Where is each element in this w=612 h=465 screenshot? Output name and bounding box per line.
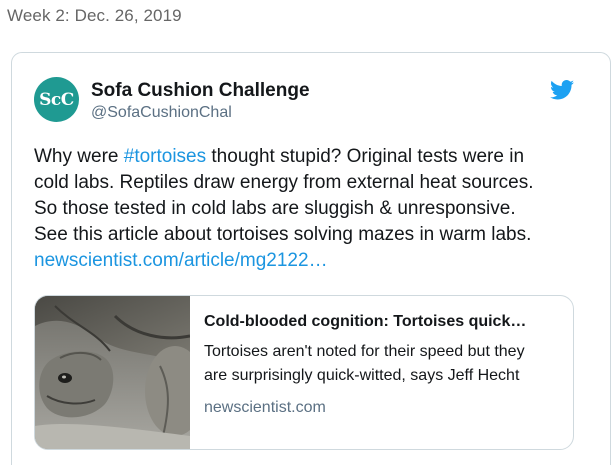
- tortoise-thumbnail[interactable]: [35, 296, 190, 449]
- article-description-line: are surprisingly quick-witted, says Jeff…: [204, 367, 520, 384]
- hashtag-link[interactable]: #tortoises: [124, 146, 206, 167]
- tortoise-photo-image: [35, 296, 190, 449]
- display-name[interactable]: Sofa Cushion Challenge: [91, 80, 310, 102]
- article-url-link[interactable]: newscientist.com/article/mg2122…: [34, 248, 594, 274]
- article-domain: newscientist.com: [204, 399, 326, 416]
- tweet-text-line: See this article about tortoises solving…: [34, 224, 532, 245]
- article-description-line: Tortoises aren't noted for their speed b…: [204, 343, 525, 360]
- article-description: Tortoises aren't noted for their speed b…: [204, 340, 573, 388]
- article-title[interactable]: Cold-blooded cognition: Tortoises quick…: [204, 313, 573, 331]
- tweet-text: Why were #tortoises thought stupid? Orig…: [34, 144, 594, 274]
- link-preview-card[interactable]: Cold-blooded cognition: Tortoises quick……: [34, 295, 574, 450]
- user-handle[interactable]: @SofaCushionChal: [91, 104, 232, 122]
- avatar-logo-text: ScC: [39, 89, 74, 110]
- tweet-text-line: cold labs. Reptiles draw energy from ext…: [34, 172, 534, 193]
- avatar[interactable]: ScC: [34, 77, 79, 122]
- link-card-body[interactable]: Cold-blooded cognition: Tortoises quick……: [190, 296, 573, 449]
- tweet-text-line: So those tested in cold labs are sluggis…: [34, 198, 516, 219]
- tweet-text-segment: Why were: [34, 146, 124, 167]
- tweet-text-segment: thought stupid? Original tests were in: [206, 146, 525, 167]
- embedded-tweet[interactable]: ScC Sofa Cushion Challenge @SofaCushionC…: [11, 52, 611, 465]
- twitter-bird-icon[interactable]: [550, 80, 574, 100]
- week-heading: Week 2: Dec. 26, 2019: [7, 6, 182, 25]
- page: Week 2: Dec. 26, 2019 ScC Sofa Cushion C…: [0, 0, 612, 465]
- tweet-text-line: Why were #tortoises thought stupid? Orig…: [34, 144, 594, 170]
